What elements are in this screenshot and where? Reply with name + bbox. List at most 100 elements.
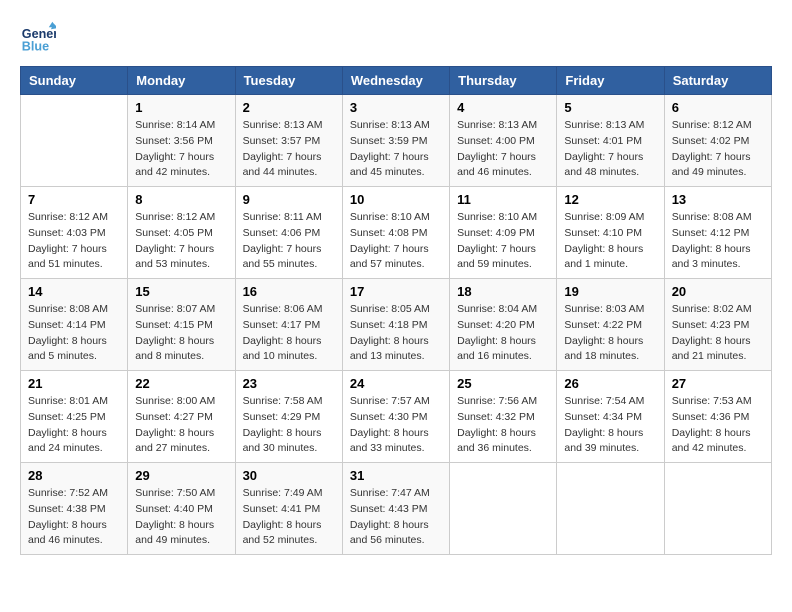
day-info: Sunrise: 8:12 AM Sunset: 4:05 PM Dayligh… xyxy=(135,210,227,273)
day-info: Sunrise: 7:58 AM Sunset: 4:29 PM Dayligh… xyxy=(243,394,335,457)
calendar-cell: 18 Sunrise: 8:04 AM Sunset: 4:20 PM Dayli… xyxy=(450,279,557,371)
calendar-cell: 21 Sunrise: 8:01 AM Sunset: 4:25 PM Dayli… xyxy=(21,371,128,463)
calendar-cell: 28Sunrise: 7:52 AM Sunset: 4:38 PM Dayli… xyxy=(21,463,128,555)
day-number: 6 xyxy=(672,100,764,115)
day-number: 13 xyxy=(672,192,764,207)
day-number: 29 xyxy=(135,468,227,483)
day-number: 5 xyxy=(564,100,656,115)
day-info: Sunrise: 7:52 AM Sunset: 4:38 PM Dayligh… xyxy=(28,486,120,549)
calendar-cell: 9 Sunrise: 8:11 AM Sunset: 4:06 PM Daylig… xyxy=(235,187,342,279)
calendar-week-row: 1 Sunrise: 8:14 AM Sunset: 3:56 PM Daylig… xyxy=(21,95,772,187)
calendar-cell xyxy=(450,463,557,555)
day-info: Sunrise: 7:47 AM Sunset: 4:43 PM Dayligh… xyxy=(350,486,442,549)
calendar-cell: 8 Sunrise: 8:12 AM Sunset: 4:05 PM Daylig… xyxy=(128,187,235,279)
day-info: Sunrise: 8:09 AM Sunset: 4:10 PM Dayligh… xyxy=(564,210,656,273)
day-number: 21 xyxy=(28,376,120,391)
day-info: Sunrise: 8:11 AM Sunset: 4:06 PM Dayligh… xyxy=(243,210,335,273)
day-number: 3 xyxy=(350,100,442,115)
calendar-cell: 26 Sunrise: 7:54 AM Sunset: 4:34 PM Dayli… xyxy=(557,371,664,463)
calendar-cell: 10 Sunrise: 8:10 AM Sunset: 4:08 PM Dayli… xyxy=(342,187,449,279)
calendar-cell: 7 Sunrise: 8:12 AM Sunset: 4:03 PM Daylig… xyxy=(21,187,128,279)
day-info: Sunrise: 8:14 AM Sunset: 3:56 PM Dayligh… xyxy=(135,118,227,181)
day-info: Sunrise: 8:10 AM Sunset: 4:09 PM Dayligh… xyxy=(457,210,549,273)
day-number: 23 xyxy=(243,376,335,391)
calendar-cell xyxy=(21,95,128,187)
calendar-cell: 30 Sunrise: 7:49 AM Sunset: 4:41 PM Dayli… xyxy=(235,463,342,555)
day-number: 11 xyxy=(457,192,549,207)
calendar-cell: 14 Sunrise: 8:08 AM Sunset: 4:14 PM Dayli… xyxy=(21,279,128,371)
day-number: 27 xyxy=(672,376,764,391)
day-info: Sunrise: 8:06 AM Sunset: 4:17 PM Dayligh… xyxy=(243,302,335,365)
day-number: 15 xyxy=(135,284,227,299)
header-day-saturday: Saturday xyxy=(664,67,771,95)
calendar-cell: 23 Sunrise: 7:58 AM Sunset: 4:29 PM Dayli… xyxy=(235,371,342,463)
calendar-cell xyxy=(557,463,664,555)
day-number: 19 xyxy=(564,284,656,299)
day-info: Sunrise: 8:04 AM Sunset: 4:20 PM Dayligh… xyxy=(457,302,549,365)
calendar-cell: 1 Sunrise: 8:14 AM Sunset: 3:56 PM Daylig… xyxy=(128,95,235,187)
calendar-cell: 6Sunrise: 8:12 AM Sunset: 4:02 PM Daylig… xyxy=(664,95,771,187)
calendar-week-row: 28Sunrise: 7:52 AM Sunset: 4:38 PM Dayli… xyxy=(21,463,772,555)
header-day-wednesday: Wednesday xyxy=(342,67,449,95)
day-number: 14 xyxy=(28,284,120,299)
page-header: General Blue xyxy=(20,20,772,56)
day-info: Sunrise: 7:53 AM Sunset: 4:36 PM Dayligh… xyxy=(672,394,764,457)
day-info: Sunrise: 8:08 AM Sunset: 4:12 PM Dayligh… xyxy=(672,210,764,273)
day-number: 10 xyxy=(350,192,442,207)
calendar-cell: 4 Sunrise: 8:13 AM Sunset: 4:00 PM Daylig… xyxy=(450,95,557,187)
day-info: Sunrise: 8:12 AM Sunset: 4:03 PM Dayligh… xyxy=(28,210,120,273)
calendar-cell: 12 Sunrise: 8:09 AM Sunset: 4:10 PM Dayli… xyxy=(557,187,664,279)
calendar-table: SundayMondayTuesdayWednesdayThursdayFrid… xyxy=(20,66,772,555)
calendar-cell: 15 Sunrise: 8:07 AM Sunset: 4:15 PM Dayli… xyxy=(128,279,235,371)
day-number: 7 xyxy=(28,192,120,207)
day-info: Sunrise: 8:01 AM Sunset: 4:25 PM Dayligh… xyxy=(28,394,120,457)
calendar-cell: 2Sunrise: 8:13 AM Sunset: 3:57 PM Daylig… xyxy=(235,95,342,187)
calendar-cell: 3 Sunrise: 8:13 AM Sunset: 3:59 PM Daylig… xyxy=(342,95,449,187)
calendar-cell: 19 Sunrise: 8:03 AM Sunset: 4:22 PM Dayli… xyxy=(557,279,664,371)
day-number: 9 xyxy=(243,192,335,207)
day-info: Sunrise: 8:02 AM Sunset: 4:23 PM Dayligh… xyxy=(672,302,764,365)
calendar-cell: 17Sunrise: 8:05 AM Sunset: 4:18 PM Dayli… xyxy=(342,279,449,371)
calendar-cell: 5 Sunrise: 8:13 AM Sunset: 4:01 PM Daylig… xyxy=(557,95,664,187)
calendar-cell: 20 Sunrise: 8:02 AM Sunset: 4:23 PM Dayli… xyxy=(664,279,771,371)
calendar-cell: 11 Sunrise: 8:10 AM Sunset: 4:09 PM Dayli… xyxy=(450,187,557,279)
header-day-tuesday: Tuesday xyxy=(235,67,342,95)
day-info: Sunrise: 8:13 AM Sunset: 3:59 PM Dayligh… xyxy=(350,118,442,181)
calendar-week-row: 14 Sunrise: 8:08 AM Sunset: 4:14 PM Dayli… xyxy=(21,279,772,371)
svg-text:Blue: Blue xyxy=(22,40,49,54)
day-number: 25 xyxy=(457,376,549,391)
day-info: Sunrise: 8:13 AM Sunset: 4:00 PM Dayligh… xyxy=(457,118,549,181)
day-info: Sunrise: 8:07 AM Sunset: 4:15 PM Dayligh… xyxy=(135,302,227,365)
calendar-cell: 25 Sunrise: 7:56 AM Sunset: 4:32 PM Dayli… xyxy=(450,371,557,463)
day-info: Sunrise: 7:56 AM Sunset: 4:32 PM Dayligh… xyxy=(457,394,549,457)
day-number: 18 xyxy=(457,284,549,299)
day-info: Sunrise: 8:03 AM Sunset: 4:22 PM Dayligh… xyxy=(564,302,656,365)
calendar-cell xyxy=(664,463,771,555)
day-number: 4 xyxy=(457,100,549,115)
header-day-thursday: Thursday xyxy=(450,67,557,95)
calendar-cell: 27 Sunrise: 7:53 AM Sunset: 4:36 PM Dayli… xyxy=(664,371,771,463)
day-number: 20 xyxy=(672,284,764,299)
calendar-cell: 24Sunrise: 7:57 AM Sunset: 4:30 PM Dayli… xyxy=(342,371,449,463)
calendar-cell: 16Sunrise: 8:06 AM Sunset: 4:17 PM Dayli… xyxy=(235,279,342,371)
day-info: Sunrise: 8:08 AM Sunset: 4:14 PM Dayligh… xyxy=(28,302,120,365)
day-info: Sunrise: 7:49 AM Sunset: 4:41 PM Dayligh… xyxy=(243,486,335,549)
day-number: 30 xyxy=(243,468,335,483)
day-number: 1 xyxy=(135,100,227,115)
day-info: Sunrise: 7:54 AM Sunset: 4:34 PM Dayligh… xyxy=(564,394,656,457)
logo: General Blue xyxy=(20,20,62,56)
calendar-cell: 22 Sunrise: 8:00 AM Sunset: 4:27 PM Dayli… xyxy=(128,371,235,463)
day-info: Sunrise: 8:10 AM Sunset: 4:08 PM Dayligh… xyxy=(350,210,442,273)
day-info: Sunrise: 7:50 AM Sunset: 4:40 PM Dayligh… xyxy=(135,486,227,549)
day-number: 26 xyxy=(564,376,656,391)
day-number: 31 xyxy=(350,468,442,483)
day-number: 12 xyxy=(564,192,656,207)
calendar-header-row: SundayMondayTuesdayWednesdayThursdayFrid… xyxy=(21,67,772,95)
day-number: 17 xyxy=(350,284,442,299)
day-number: 22 xyxy=(135,376,227,391)
header-day-friday: Friday xyxy=(557,67,664,95)
calendar-week-row: 7 Sunrise: 8:12 AM Sunset: 4:03 PM Daylig… xyxy=(21,187,772,279)
day-number: 8 xyxy=(135,192,227,207)
day-info: Sunrise: 8:13 AM Sunset: 4:01 PM Dayligh… xyxy=(564,118,656,181)
day-info: Sunrise: 8:00 AM Sunset: 4:27 PM Dayligh… xyxy=(135,394,227,457)
